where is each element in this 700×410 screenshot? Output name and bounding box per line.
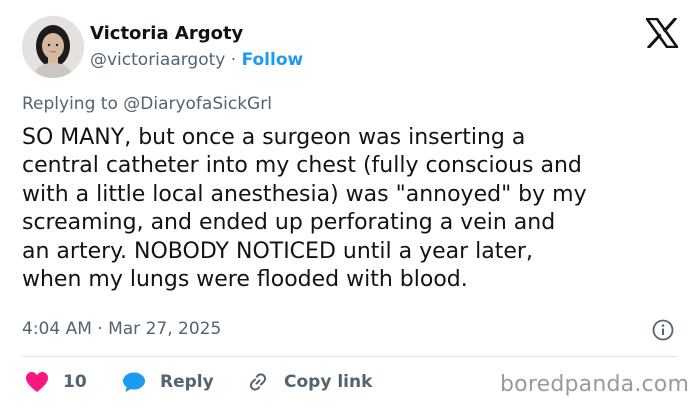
author-handle[interactable]: @victoriaargoty bbox=[90, 50, 225, 70]
follow-button[interactable]: Follow bbox=[242, 50, 304, 70]
divider bbox=[22, 356, 678, 357]
reply-button[interactable]: Reply bbox=[122, 369, 214, 395]
reply-context: Replying to @DiaryofaSickGrl bbox=[22, 92, 272, 116]
copy-link-label: Copy link bbox=[284, 372, 373, 392]
avatar-image bbox=[22, 16, 84, 78]
like-count: 10 bbox=[63, 372, 87, 392]
avatar[interactable] bbox=[22, 16, 84, 78]
speech-bubble-icon bbox=[123, 372, 145, 392]
tweet-timestamp[interactable]: 4:04 AM · Mar 27, 2025 bbox=[22, 317, 221, 341]
separator-dot-glyph: · bbox=[230, 50, 237, 70]
link-icon bbox=[249, 373, 267, 391]
author-name[interactable]: Victoria Argoty bbox=[90, 22, 243, 46]
tweet-text: SO MANY, but once a surgeon was insertin… bbox=[22, 125, 587, 293]
separator-dot: · bbox=[231, 50, 242, 70]
copy-link-button[interactable]: Copy link bbox=[246, 369, 372, 395]
info-icon[interactable] bbox=[652, 319, 674, 341]
reply-label: Reply bbox=[160, 372, 214, 392]
watermark: boredpanda.com bbox=[500, 372, 690, 397]
x-logo-icon[interactable] bbox=[644, 16, 680, 50]
tweet-card: Victoria Argoty @victoriaargoty · Follow… bbox=[0, 0, 700, 410]
like-button[interactable]: 10 bbox=[25, 369, 87, 395]
reply-context-prefix: Replying to bbox=[22, 94, 118, 114]
handle-row: @victoriaargoty · Follow bbox=[90, 48, 303, 72]
reply-context-handle[interactable]: @DiaryofaSickGrl bbox=[123, 94, 272, 114]
heart-icon bbox=[26, 372, 48, 392]
